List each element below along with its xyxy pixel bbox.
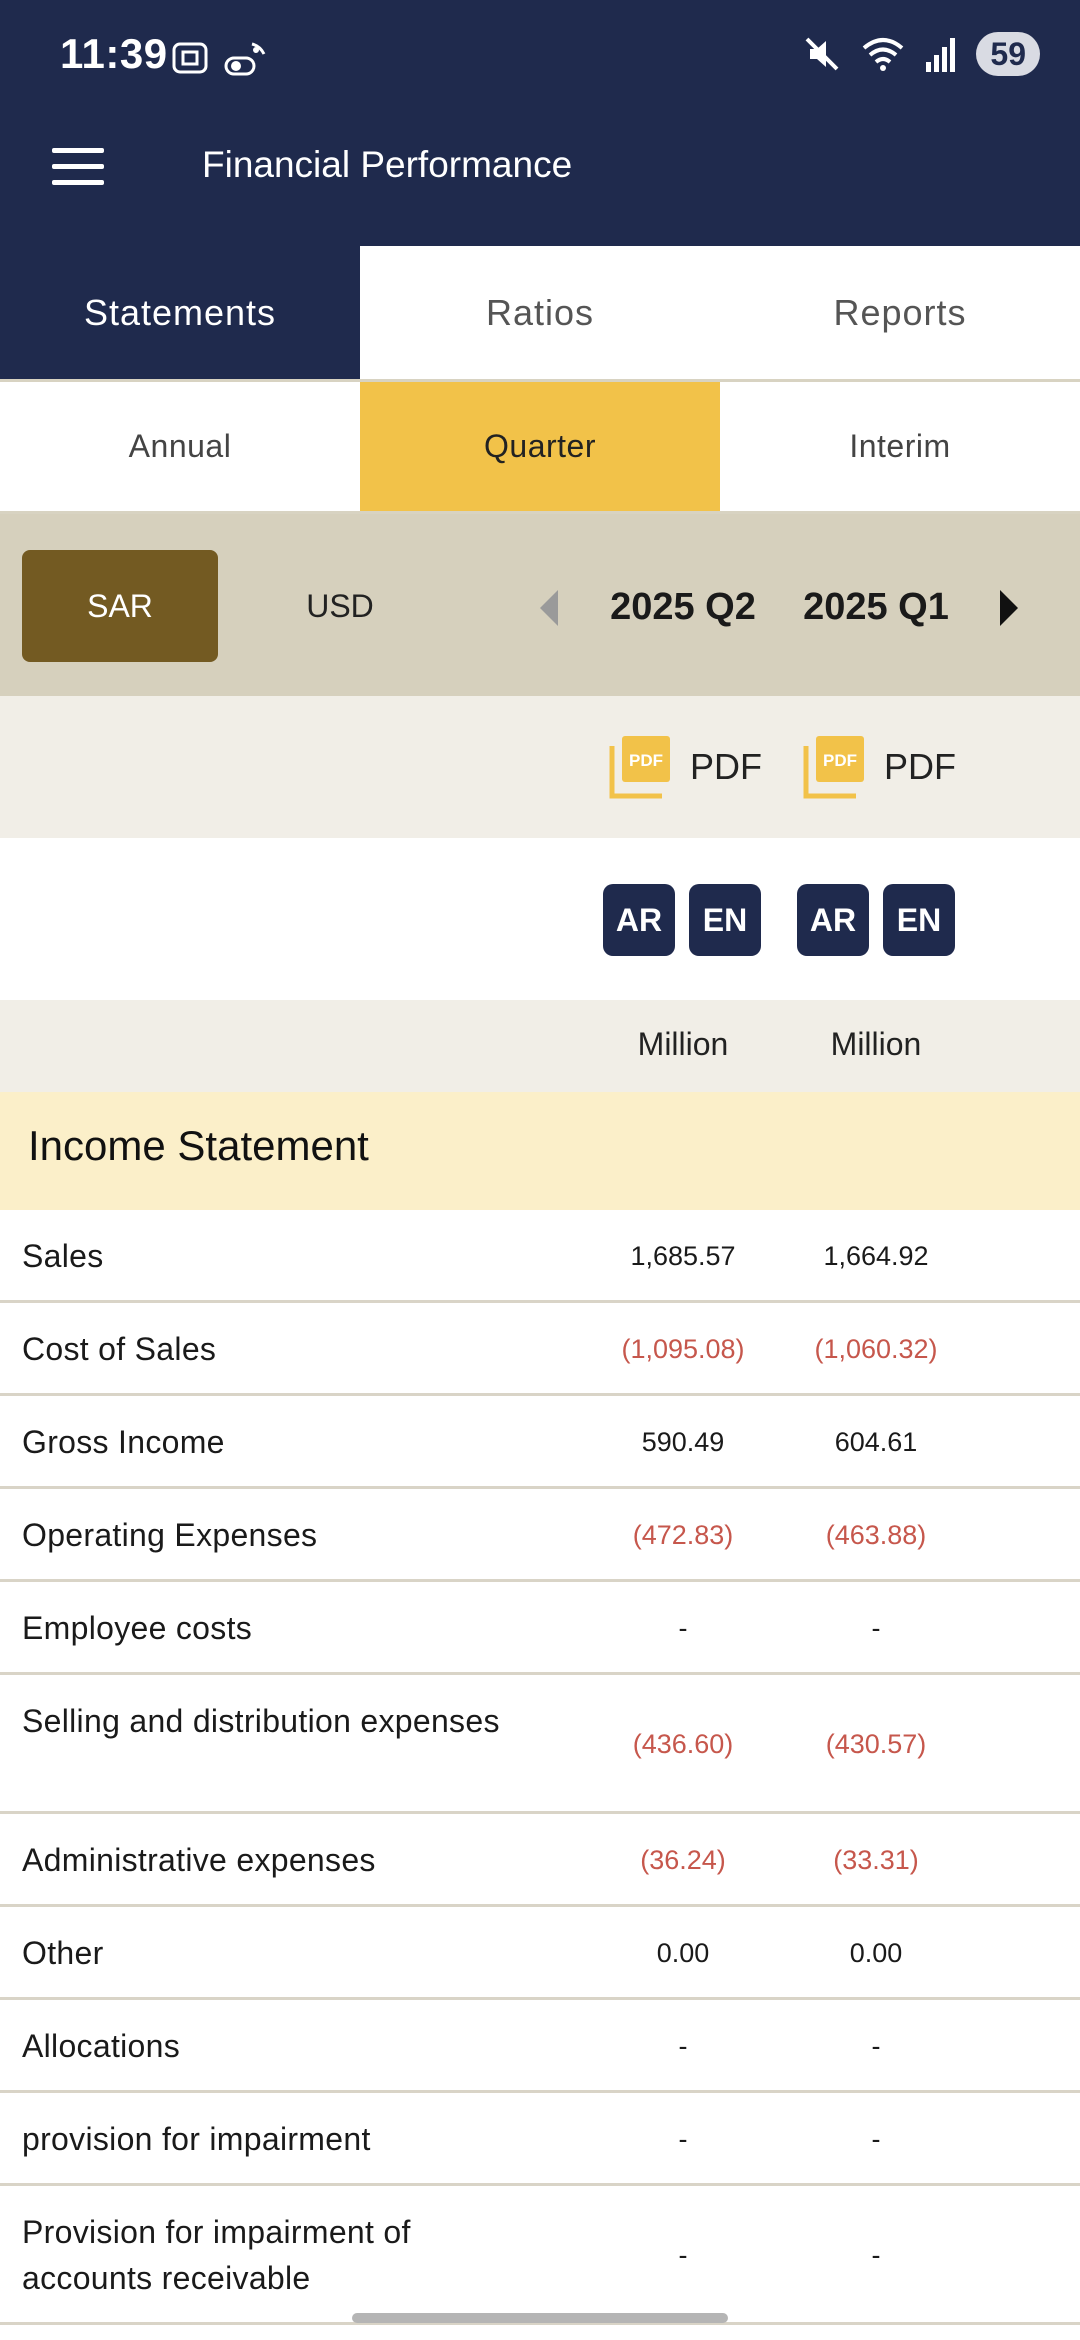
row-label: Other bbox=[22, 1934, 104, 1971]
period-header-1: 2025 Q2 bbox=[610, 586, 756, 628]
row-value-period-2: 1,664.92 bbox=[823, 1240, 929, 1271]
row-label: Employee costs bbox=[22, 1609, 253, 1646]
table-row: Administrative expenses (36.24) (33.31) bbox=[0, 1814, 1080, 1907]
tab-reports[interactable]: Reports bbox=[720, 246, 1080, 379]
table-row: Employee costs - - bbox=[0, 1582, 1080, 1675]
currency-usd-button[interactable]: USD bbox=[242, 550, 438, 662]
row-value-period-2: (430.57) bbox=[825, 1728, 927, 1759]
row-value-period-2: - bbox=[871, 2123, 881, 2154]
status-right-icons: 59 bbox=[802, 32, 1040, 76]
row-value-period-1: (436.60) bbox=[632, 1728, 734, 1759]
row-label: Provision for impairment of accounts rec… bbox=[22, 2213, 411, 2296]
lang-ar-button-period-2[interactable]: AR bbox=[797, 884, 869, 956]
row-value-period-2: - bbox=[871, 2239, 881, 2270]
toggle-icon bbox=[224, 42, 266, 76]
next-period-arrow-icon[interactable] bbox=[1000, 590, 1018, 626]
unit-label-period-2: Million bbox=[830, 1026, 922, 1062]
section-header: Income Statement bbox=[0, 1092, 1080, 1210]
table-row: Provision for impairment of accounts rec… bbox=[0, 2186, 1080, 2325]
table-row: Gross Income 590.49 604.61 bbox=[0, 1396, 1080, 1489]
pdf-link-period-2[interactable]: PDF PDF bbox=[802, 734, 956, 800]
page-title: Financial Performance bbox=[202, 144, 573, 185]
pdf-label: PDF bbox=[884, 746, 956, 787]
pdf-link-period-1[interactable]: PDF PDF bbox=[608, 734, 762, 800]
period-header-2: 2025 Q1 bbox=[803, 586, 949, 628]
tab-annual[interactable]: Annual bbox=[0, 382, 360, 511]
app-bar: Financial Performance bbox=[0, 112, 1080, 246]
screenshot-icon bbox=[172, 42, 208, 74]
row-value-period-2: - bbox=[871, 2030, 881, 2061]
status-time: 11:39 bbox=[60, 30, 168, 77]
row-label: Gross Income bbox=[22, 1423, 225, 1460]
mute-icon bbox=[805, 37, 839, 71]
pdf-icon: PDF bbox=[803, 736, 864, 799]
row-label: Administrative expenses bbox=[22, 1841, 376, 1878]
hamburger-menu-icon[interactable] bbox=[52, 148, 106, 198]
row-label: Cost of Sales bbox=[22, 1330, 217, 1367]
unit-label-period-1: Million bbox=[637, 1026, 729, 1062]
row-value-period-2: - bbox=[871, 1612, 881, 1643]
svg-text:PDF: PDF bbox=[629, 751, 663, 770]
row-value-period-2: (463.88) bbox=[825, 1519, 927, 1550]
row-value-period-2: (1,060.32) bbox=[814, 1333, 938, 1364]
row-value-period-1: (1,095.08) bbox=[621, 1333, 745, 1364]
row-value-period-1: - bbox=[678, 2030, 688, 2061]
tab-interim[interactable]: Interim bbox=[720, 382, 1080, 511]
battery-indicator: 59 bbox=[976, 32, 1040, 76]
lang-en-button-period-1[interactable]: EN bbox=[689, 884, 761, 956]
pdf-icon: PDF bbox=[609, 736, 670, 799]
row-label: provision for impairment bbox=[22, 2120, 371, 2157]
table-row: Cost of Sales (1,095.08) (1,060.32) bbox=[0, 1303, 1080, 1396]
row-value-period-1: - bbox=[678, 1612, 688, 1643]
tab-quarter[interactable]: Quarter bbox=[360, 382, 720, 511]
table-row: Other 0.00 0.00 bbox=[0, 1907, 1080, 2000]
unit-row: Million Million bbox=[0, 1000, 1080, 1092]
home-indicator[interactable] bbox=[352, 2313, 728, 2323]
lang-en-button-period-2[interactable]: EN bbox=[883, 884, 955, 956]
section-title: Income Statement bbox=[28, 1122, 369, 1169]
main-tabs: Statements Ratios Reports bbox=[0, 246, 1080, 382]
row-value-period-1: - bbox=[678, 2123, 688, 2154]
table-row: Sales 1,685.57 1,664.92 bbox=[0, 1210, 1080, 1303]
row-label: Operating Expenses bbox=[22, 1516, 318, 1553]
row-value-period-2: (33.31) bbox=[833, 1844, 919, 1875]
income-statement-table: Sales 1,685.57 1,664.92 Cost of Sales (1,095… bbox=[0, 1210, 1080, 2325]
row-label: Sales bbox=[22, 1237, 104, 1274]
lang-ar-button-period-1[interactable]: AR bbox=[603, 884, 675, 956]
wifi-icon bbox=[863, 38, 904, 71]
table-row: Operating Expenses (472.83) (463.88) bbox=[0, 1489, 1080, 1582]
row-value-period-1: 1,685.57 bbox=[630, 1240, 736, 1271]
table-row: Selling and distribution expenses (436.60… bbox=[0, 1675, 1080, 1814]
previous-period-arrow-icon[interactable] bbox=[540, 590, 558, 626]
row-value-period-1: 590.49 bbox=[641, 1426, 725, 1457]
pdf-row: PDF PDF PDF PDF bbox=[0, 696, 1080, 838]
table-row: Allocations - - bbox=[0, 2000, 1080, 2093]
row-value-period-1: 0.00 bbox=[656, 1937, 710, 1968]
svg-text:PDF: PDF bbox=[823, 751, 857, 770]
row-label: Allocations bbox=[22, 2027, 181, 2064]
tab-ratios[interactable]: Ratios bbox=[360, 246, 720, 379]
signal-icon bbox=[926, 38, 956, 72]
row-value-period-1: (472.83) bbox=[632, 1519, 734, 1550]
status-left-icons bbox=[170, 38, 268, 78]
language-row: AR EN AR EN bbox=[0, 838, 1080, 1000]
row-value-period-1: - bbox=[678, 2239, 688, 2270]
period-type-tabs: Annual Quarter Interim bbox=[0, 382, 1080, 514]
controls-bar: SAR USD 2025 Q2 2025 Q1 bbox=[0, 514, 1080, 696]
row-value-period-1: (36.24) bbox=[640, 1844, 726, 1875]
row-label: Selling and distribution expenses bbox=[22, 1702, 500, 1739]
row-value-period-2: 604.61 bbox=[834, 1426, 918, 1457]
currency-sar-button[interactable]: SAR bbox=[22, 550, 218, 662]
tab-statements[interactable]: Statements bbox=[0, 246, 360, 379]
pdf-label: PDF bbox=[690, 746, 762, 787]
row-value-period-2: 0.00 bbox=[849, 1937, 903, 1968]
status-bar: 11:39 59 bbox=[0, 0, 1080, 112]
table-row: provision for impairment - - bbox=[0, 2093, 1080, 2186]
